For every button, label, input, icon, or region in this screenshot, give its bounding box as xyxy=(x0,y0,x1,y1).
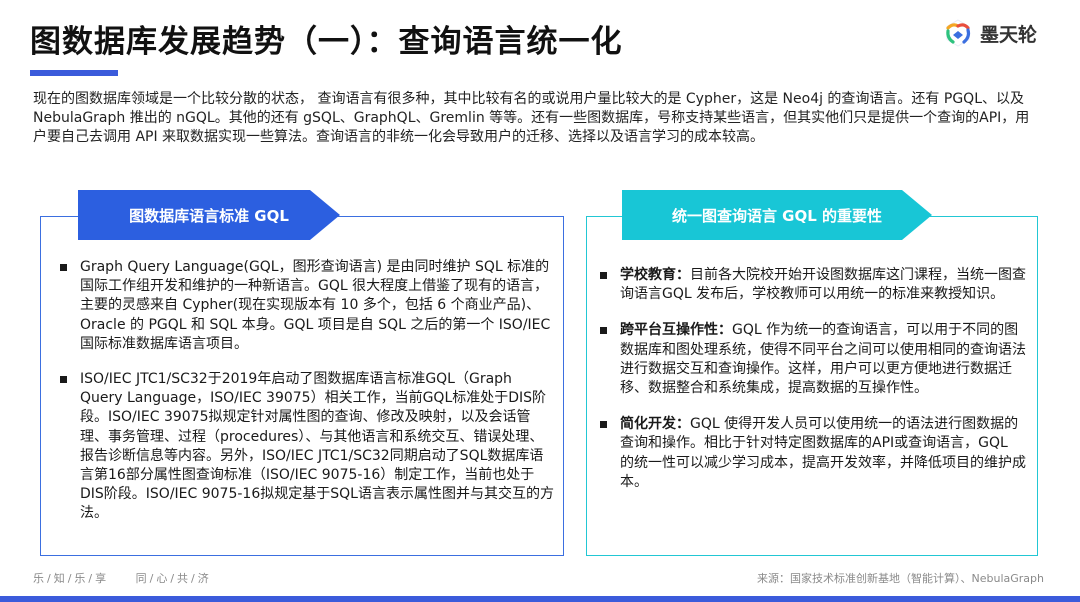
bullet-square-icon xyxy=(600,421,607,429)
bullet-text: Graph Query Language(GQL，图形查询语言) 是由同时维护 … xyxy=(80,259,551,352)
motianlun-logo-icon xyxy=(946,19,971,47)
bullet-text: ISO/IEC JTC1/SC32于2019年启动了图数据库语言标准GQL（Gr… xyxy=(80,371,554,522)
footer-source: 来源：国家技术标准创新基地（智能计算）、NebulaGraph xyxy=(757,572,1044,585)
list-item: 简化开发：GQL 使得开发人员可以使用统一的语法进行图数据的查询和操作。相比于针… xyxy=(596,415,1026,492)
intro-paragraph: 现在的图数据库领域是一个比较分散的状态， 查询语言有很多种，其中比较有名的或说用… xyxy=(33,91,1030,145)
bottom-accent-bar xyxy=(0,596,1080,602)
left-panel-bullets: Graph Query Language(GQL，图形查询语言) 是由同时维护 … xyxy=(56,258,554,540)
bullet-term: 跨平台互操作性： xyxy=(620,322,732,339)
list-item: 学校教育：目前各大院校开始开设图数据库这门课程，当统一图查询语言GQL 发布后，… xyxy=(596,266,1026,304)
bullet-square-icon xyxy=(600,327,607,335)
title-underline xyxy=(30,70,118,76)
left-panel-banner: 图数据库语言标准 GQL xyxy=(78,190,340,240)
footer-slogan: 乐/知/乐/享 xyxy=(33,572,110,585)
bullet-square-icon xyxy=(60,264,67,271)
right-panel-bullets: 学校教育：目前各大院校开始开设图数据库这门课程，当统一图查询语言GQL 发布后，… xyxy=(596,266,1026,509)
right-panel-banner: 统一图查询语言 GQL 的重要性 xyxy=(622,190,932,240)
list-item: 跨平台互操作性：GQL 作为统一的查询语言，可以用于不同的图数据库和图处理系统，… xyxy=(596,321,1026,398)
footer-slogans: 乐/知/乐/享 同/心/共/济 xyxy=(33,570,212,586)
list-item: Graph Query Language(GQL，图形查询语言) 是由同时维护 … xyxy=(56,258,554,354)
bullet-term: 学校教育： xyxy=(620,267,690,283)
logo-text: 墨天轮 xyxy=(980,23,1038,46)
bullet-square-icon xyxy=(60,376,67,384)
bullet-square-icon xyxy=(600,272,607,279)
list-item: ISO/IEC JTC1/SC32于2019年启动了图数据库语言标准GQL（Gr… xyxy=(56,370,554,524)
page-title: 图数据库发展趋势（一）：查询语言统一化 xyxy=(30,24,623,60)
bullet-term: 简化开发： xyxy=(620,416,690,433)
brand-logo: 墨天轮 xyxy=(942,16,1037,50)
footer-slogan: 同/心/共/济 xyxy=(135,572,212,585)
